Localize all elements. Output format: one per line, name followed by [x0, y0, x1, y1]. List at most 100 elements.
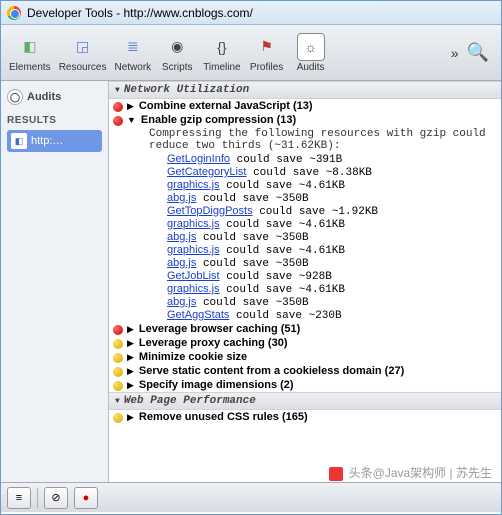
- expand-arrow-icon: ▶: [127, 366, 134, 377]
- audits-icon: ◯: [7, 89, 23, 105]
- resource-line: GetJobList could save ~928B: [109, 270, 501, 283]
- expand-arrow-icon: ▶: [127, 352, 134, 363]
- tab-elements[interactable]: ◧Elements: [5, 31, 55, 75]
- rule-label: Leverage browser caching (51): [139, 323, 300, 335]
- expand-arrow-icon: ▶: [127, 324, 134, 335]
- tab-audits[interactable]: ☼Audits: [289, 31, 333, 75]
- tab-label: Resources: [59, 62, 107, 73]
- sidebar: ◯ Audits RESULTS ◧ http:…: [1, 81, 109, 482]
- severity-dot-icon: [113, 413, 123, 423]
- section-header[interactable]: Web Page Performance: [109, 392, 501, 410]
- scripts-icon: ◉: [163, 33, 191, 61]
- resource-line: abg.js could save ~350B: [109, 231, 501, 244]
- resource-link[interactable]: abg.js: [167, 192, 196, 204]
- tab-label: Audits: [297, 62, 325, 73]
- resource-link[interactable]: GetJobList: [167, 270, 220, 282]
- tab-profiles[interactable]: ⚑Profiles: [245, 31, 289, 75]
- audit-rule[interactable]: ▶ Leverage proxy caching (30): [109, 336, 501, 350]
- severity-dot-icon: [113, 325, 123, 335]
- forbidden-button[interactable]: ⊘: [44, 487, 68, 509]
- rule-label: Minimize cookie size: [139, 351, 247, 363]
- tab-label: Network: [115, 62, 152, 73]
- expand-arrow-icon: ▶: [127, 412, 134, 423]
- result-icon: ◧: [11, 133, 27, 149]
- expand-arrow-icon: ▶: [127, 338, 134, 349]
- tab-network[interactable]: ≣Network: [111, 31, 156, 75]
- tab-label: Timeline: [203, 62, 240, 73]
- severity-dot-icon: [113, 353, 123, 363]
- sidebar-item-label: http:…: [31, 135, 63, 147]
- resource-link[interactable]: graphics.js: [167, 283, 220, 295]
- overflow-button[interactable]: »: [451, 45, 459, 61]
- audit-rule[interactable]: ▶ Specify image dimensions (2): [109, 378, 501, 392]
- timeline-icon: {}: [208, 33, 236, 61]
- network-icon: ≣: [119, 33, 147, 61]
- resource-link[interactable]: graphics.js: [167, 218, 220, 230]
- statusbar: ≡ ⊘ ●: [1, 482, 501, 512]
- resource-line: abg.js could save ~350B: [109, 257, 501, 270]
- resource-link[interactable]: abg.js: [167, 296, 196, 308]
- severity-dot-icon: [113, 367, 123, 377]
- tab-timeline[interactable]: {}Timeline: [199, 31, 244, 75]
- resource-line: GetTopDiggPosts could save ~1.92KB: [109, 205, 501, 218]
- audit-rule[interactable]: ▼ Enable gzip compression (13): [109, 113, 501, 127]
- profiles-icon: ⚑: [253, 33, 281, 61]
- sidebar-item-result[interactable]: ◧ http:…: [7, 130, 102, 152]
- rule-label: Specify image dimensions (2): [139, 379, 294, 391]
- resource-line: graphics.js could save ~4.61KB: [109, 244, 501, 257]
- expand-arrow-icon: ▶: [127, 380, 134, 391]
- resource-link[interactable]: GetCategoryList: [167, 166, 246, 178]
- resource-line: abg.js could save ~350B: [109, 192, 501, 205]
- chrome-icon: [7, 6, 21, 20]
- resource-line: graphics.js could save ~4.61KB: [109, 283, 501, 296]
- severity-dot-icon: [113, 381, 123, 391]
- tab-label: Profiles: [250, 62, 283, 73]
- audits-icon: ☼: [297, 33, 325, 61]
- divider: [37, 488, 38, 508]
- record-button[interactable]: ●: [74, 487, 98, 509]
- rule-label: Enable gzip compression (13): [141, 114, 296, 126]
- toggle-console-button[interactable]: ≡: [7, 487, 31, 509]
- resource-line: graphics.js could save ~4.61KB: [109, 179, 501, 192]
- watermark-logo-icon: [329, 467, 343, 481]
- resource-link[interactable]: GetLoginInfo: [167, 153, 230, 165]
- severity-dot-icon: [113, 102, 123, 112]
- audit-rule[interactable]: ▶ Remove unused CSS rules (165): [109, 410, 501, 424]
- audit-results-panel: Network Utilization ▶ Combine external Jav…: [109, 81, 501, 482]
- section-header[interactable]: Network Utilization: [109, 81, 501, 99]
- resource-link[interactable]: GetTopDiggPosts: [167, 205, 253, 217]
- expand-arrow-icon: ▼: [127, 115, 136, 125]
- resource-line: GetLoginInfo could save ~391B: [109, 153, 501, 166]
- resource-line: graphics.js could save ~4.61KB: [109, 218, 501, 231]
- expand-arrow-icon: ▶: [127, 101, 134, 112]
- audit-rule[interactable]: ▶ Combine external JavaScript (13): [109, 99, 501, 113]
- watermark: 头条@Java架构师 | 苏先生: [329, 464, 492, 481]
- tab-scripts[interactable]: ◉Scripts: [155, 31, 199, 75]
- audit-rule[interactable]: ▶ Serve static content from a cookieless …: [109, 364, 501, 378]
- search-icon[interactable]: 🔍: [467, 42, 489, 63]
- window-title: Developer Tools - http://www.cnblogs.com…: [27, 6, 253, 20]
- tab-resources[interactable]: ◲Resources: [55, 31, 111, 75]
- rule-label: Leverage proxy caching (30): [139, 337, 288, 349]
- resource-line: GetCategoryList could save ~8.38KB: [109, 166, 501, 179]
- resource-link[interactable]: abg.js: [167, 231, 196, 243]
- resource-link[interactable]: GetAggStats: [167, 309, 229, 321]
- results-label: RESULTS: [7, 115, 102, 126]
- severity-dot-icon: [113, 339, 123, 349]
- audit-rule[interactable]: ▶ Minimize cookie size: [109, 350, 501, 364]
- resource-link[interactable]: graphics.js: [167, 244, 220, 256]
- resource-link[interactable]: abg.js: [167, 257, 196, 269]
- resource-link[interactable]: graphics.js: [167, 179, 220, 191]
- audit-rule[interactable]: ▶ Leverage browser caching (51): [109, 322, 501, 336]
- resource-line: abg.js could save ~350B: [109, 296, 501, 309]
- rule-label: Serve static content from a cookieless d…: [139, 365, 404, 377]
- sidebar-header-label: Audits: [27, 91, 61, 103]
- sidebar-header-audits[interactable]: ◯ Audits: [7, 85, 102, 109]
- rule-label: Remove unused CSS rules (165): [139, 411, 308, 423]
- main-toolbar: ◧Elements◲Resources≣Network◉Scripts{}Tim…: [1, 25, 501, 81]
- rule-label: Combine external JavaScript (13): [139, 100, 313, 112]
- resource-line: GetAggStats could save ~230B: [109, 309, 501, 322]
- tab-label: Scripts: [162, 62, 193, 73]
- window-titlebar: Developer Tools - http://www.cnblogs.com…: [1, 1, 501, 25]
- severity-dot-icon: [113, 116, 123, 126]
